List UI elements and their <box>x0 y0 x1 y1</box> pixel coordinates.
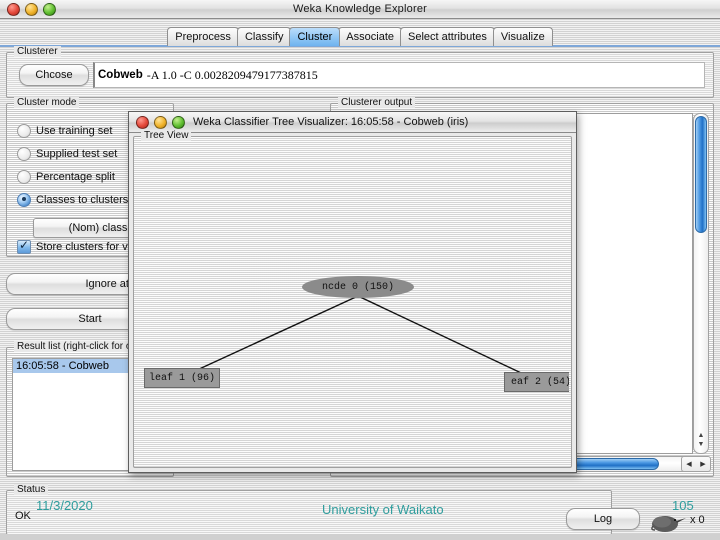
tree-node-root[interactable]: ncde 0 (150) <box>302 276 414 298</box>
scroll-left-arrow-icon[interactable]: ◀ <box>686 460 691 468</box>
tree-visualizer-window: Weka Classifier Tree Visualizer: 16:05:5… <box>128 111 577 473</box>
scroll-up-arrow-icon[interactable]: ▲ <box>698 431 705 440</box>
clusterer-options-field[interactable]: Cobweb -A 1.0 -C 0.0028209479177387815 <box>93 62 705 88</box>
tab-cluster[interactable]: Cluster <box>289 27 341 46</box>
scrollbar-arrows[interactable]: ▲ ▼ <box>694 427 708 453</box>
edge-root-leaf1 <box>183 295 359 377</box>
window-title: Weka Knowledge Explorer <box>292 3 428 15</box>
tree-view-legend: Tree View <box>141 130 192 141</box>
bird-multiplier-label: x 0 <box>690 514 705 526</box>
edge-root-leaf2 <box>357 295 537 381</box>
tab-visualize[interactable]: Visualize <box>492 27 553 46</box>
tab-classify[interactable]: Classify <box>236 27 292 46</box>
status-legend: Status <box>14 484 49 495</box>
radio-circle-icon <box>17 124 31 138</box>
close-light[interactable] <box>136 115 149 129</box>
scrollbar-thumb[interactable] <box>695 116 707 233</box>
tree-visualizer-titlebar: Weka Classifier Tree Visualizer: 16:05:5… <box>129 112 576 133</box>
log-button[interactable]: Log <box>566 508 640 530</box>
radio-percentage-split[interactable]: Percentage split <box>17 170 115 184</box>
tree-window-controls <box>136 115 185 129</box>
radio-label-use-training-set: Use training set <box>36 125 113 137</box>
tree-view-panel: Tree View ncde 0 (150) leaf 1 (96) eaf 2… <box>133 130 572 468</box>
clusterer-panel: Clusterer Chcose Cobweb -A 1.0 -C 0.0028… <box>6 46 714 98</box>
tab-select-attributes[interactable]: Select attributes <box>400 27 495 46</box>
desktop-bottom-strip <box>0 534 720 540</box>
weka-bird-icon <box>651 516 686 532</box>
tree-visualizer-title: Weka Classifier Tree Visualizer: 16:05:5… <box>193 116 469 128</box>
radio-label-supplied-test-set: Supplied test set <box>36 148 118 160</box>
radio-circle-selected-icon <box>17 193 31 207</box>
tree-canvas[interactable]: ncde 0 (150) leaf 1 (96) eaf 2 (54) <box>136 144 569 465</box>
radio-supplied-test-set[interactable]: Supplied test set <box>17 147 117 161</box>
minimize-light[interactable] <box>154 115 167 129</box>
scroll-down-arrow-icon[interactable]: ▼ <box>698 440 705 449</box>
tab-preprocess[interactable]: Preprocess <box>167 27 239 46</box>
checkbox-checked-icon <box>17 238 31 254</box>
clusterer-output-legend: Clusterer output <box>338 97 416 108</box>
tree-node-leaf2[interactable]: eaf 2 (54) <box>504 372 569 392</box>
radio-circle-icon <box>17 170 31 184</box>
tree-node-leaf1[interactable]: leaf 1 (96) <box>144 368 220 388</box>
main-titlebar: Weka Knowledge Explorer <box>0 0 720 19</box>
clusterer-algorithm-options: -A 1.0 -C 0.0028209479177387815 <box>146 67 318 82</box>
clusterer-algorithm-name: Cobweb <box>98 69 143 81</box>
weka-knowledge-explorer-window: Weka Knowledge Explorer Preprocess Class… <box>0 0 720 540</box>
clusterer-legend: Clusterer <box>14 46 61 57</box>
radio-circle-icon <box>17 147 31 161</box>
status-panel: Status OK <box>6 484 612 535</box>
radio-use-training-set[interactable]: Use training set <box>17 124 112 138</box>
radio-label-percentage-split: Percentage split <box>36 171 115 183</box>
tab-associate[interactable]: Associate <box>338 27 402 46</box>
cluster-mode-legend: Cluster mode <box>14 97 80 108</box>
output-vertical-scrollbar[interactable]: ▲ ▼ <box>693 113 709 454</box>
status-message: OK <box>15 510 31 522</box>
scroll-right-arrow-icon[interactable]: ▶ <box>700 460 705 468</box>
zoom-light[interactable] <box>172 115 185 129</box>
choose-button[interactable]: Chcose <box>19 64 89 86</box>
tree-edges <box>183 295 537 381</box>
main-tabbar: Preprocess Classify Cluster Associate Se… <box>0 19 720 47</box>
horizontal-scroll-arrows[interactable]: ◀ ▶ <box>681 456 711 472</box>
